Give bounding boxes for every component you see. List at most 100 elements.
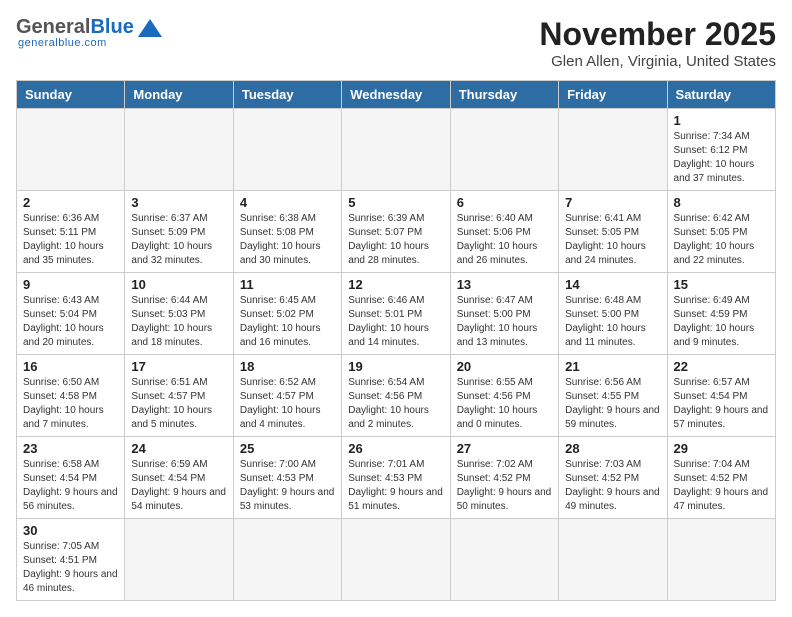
calendar-cell <box>17 109 125 191</box>
day-info: Sunrise: 7:01 AM Sunset: 4:53 PM Dayligh… <box>348 458 443 514</box>
day-number: 21 <box>565 359 660 374</box>
logo-blue-text: Blue <box>90 16 133 39</box>
calendar-cell: 9 Sunrise: 6:43 AM Sunset: 5:04 PM Daylig… <box>17 273 125 355</box>
day-number: 10 <box>131 277 226 292</box>
calendar: SundayMondayTuesdayWednesdayThursdayFrid… <box>16 80 776 601</box>
day-number: 9 <box>23 277 118 292</box>
day-info: Sunrise: 6:44 AM Sunset: 5:03 PM Dayligh… <box>131 294 226 350</box>
calendar-cell: 5 Sunrise: 6:39 AM Sunset: 5:07 PM Daylig… <box>342 191 450 273</box>
day-info: Sunrise: 7:02 AM Sunset: 4:52 PM Dayligh… <box>457 458 552 514</box>
day-number: 17 <box>131 359 226 374</box>
day-number: 15 <box>674 277 769 292</box>
day-info: Sunrise: 7:04 AM Sunset: 4:52 PM Dayligh… <box>674 458 769 514</box>
day-number: 4 <box>240 195 335 210</box>
calendar-cell: 11Sunrise: 6:45 AM Sunset: 5:02 PM Dayli… <box>233 273 341 355</box>
day-info: Sunrise: 6:37 AM Sunset: 5:09 PM Dayligh… <box>131 212 226 268</box>
weekday-header-monday: Monday <box>125 81 233 109</box>
day-info: Sunrise: 6:40 AM Sunset: 5:06 PM Dayligh… <box>457 212 552 268</box>
location-title: Glen Allen, Virginia, United States <box>539 53 776 70</box>
month-title: November 2025 <box>539 16 776 53</box>
day-info: Sunrise: 6:42 AM Sunset: 5:05 PM Dayligh… <box>674 212 769 268</box>
calendar-cell: 17 Sunrise: 6:51 AM Sunset: 4:57 PM Dayli… <box>125 355 233 437</box>
day-number: 19 <box>348 359 443 374</box>
calendar-cell: 13Sunrise: 6:47 AM Sunset: 5:00 PM Dayli… <box>450 273 558 355</box>
calendar-cell <box>559 519 667 601</box>
weekday-header-friday: Friday <box>559 81 667 109</box>
calendar-cell <box>559 109 667 191</box>
weekday-header-tuesday: Tuesday <box>233 81 341 109</box>
day-info: Sunrise: 7:00 AM Sunset: 4:53 PM Dayligh… <box>240 458 335 514</box>
header: General Blue generalblue.com November 20… <box>16 16 776 70</box>
day-number: 23 <box>23 441 118 456</box>
calendar-cell: 1 Sunrise: 7:34 AM Sunset: 6:12 PM Daylig… <box>667 109 775 191</box>
day-info: Sunrise: 6:48 AM Sunset: 5:00 PM Dayligh… <box>565 294 660 350</box>
day-number: 27 <box>457 441 552 456</box>
day-number: 6 <box>457 195 552 210</box>
day-number: 1 <box>674 113 769 128</box>
calendar-cell: 23 Sunrise: 6:58 AM Sunset: 4:54 PM Dayli… <box>17 437 125 519</box>
day-number: 22 <box>674 359 769 374</box>
day-info: Sunrise: 6:56 AM Sunset: 4:55 PM Dayligh… <box>565 376 660 432</box>
week-row-4: 23 Sunrise: 6:58 AM Sunset: 4:54 PM Dayli… <box>17 437 776 519</box>
day-info: Sunrise: 7:05 AM Sunset: 4:51 PM Dayligh… <box>23 540 118 596</box>
weekday-header-saturday: Saturday <box>667 81 775 109</box>
day-number: 26 <box>348 441 443 456</box>
calendar-cell <box>342 519 450 601</box>
day-info: Sunrise: 6:59 AM Sunset: 4:54 PM Dayligh… <box>131 458 226 514</box>
day-number: 12 <box>348 277 443 292</box>
week-row-1: 2Sunrise: 6:36 AM Sunset: 5:11 PM Daylig… <box>17 191 776 273</box>
day-info: Sunrise: 6:51 AM Sunset: 4:57 PM Dayligh… <box>131 376 226 432</box>
weekday-header-wednesday: Wednesday <box>342 81 450 109</box>
day-number: 16 <box>23 359 118 374</box>
day-info: Sunrise: 6:57 AM Sunset: 4:54 PM Dayligh… <box>674 376 769 432</box>
calendar-cell: 30 Sunrise: 7:05 AM Sunset: 4:51 PM Dayli… <box>17 519 125 601</box>
calendar-cell: 20 Sunrise: 6:55 AM Sunset: 4:56 PM Dayli… <box>450 355 558 437</box>
logo-icon <box>136 17 164 39</box>
day-info: Sunrise: 6:41 AM Sunset: 5:05 PM Dayligh… <box>565 212 660 268</box>
day-number: 24 <box>131 441 226 456</box>
calendar-cell: 8Sunrise: 6:42 AM Sunset: 5:05 PM Daylig… <box>667 191 775 273</box>
calendar-cell: 28Sunrise: 7:03 AM Sunset: 4:52 PM Dayli… <box>559 437 667 519</box>
calendar-cell <box>450 519 558 601</box>
calendar-cell: 16Sunrise: 6:50 AM Sunset: 4:58 PM Dayli… <box>17 355 125 437</box>
calendar-cell: 14 Sunrise: 6:48 AM Sunset: 5:00 PM Dayli… <box>559 273 667 355</box>
calendar-cell <box>667 519 775 601</box>
week-row-2: 9 Sunrise: 6:43 AM Sunset: 5:04 PM Daylig… <box>17 273 776 355</box>
day-number: 20 <box>457 359 552 374</box>
day-number: 3 <box>131 195 226 210</box>
day-info: Sunrise: 6:58 AM Sunset: 4:54 PM Dayligh… <box>23 458 118 514</box>
title-section: November 2025 Glen Allen, Virginia, Unit… <box>539 16 776 70</box>
calendar-cell: 25 Sunrise: 7:00 AM Sunset: 4:53 PM Dayli… <box>233 437 341 519</box>
day-info: Sunrise: 6:55 AM Sunset: 4:56 PM Dayligh… <box>457 376 552 432</box>
day-info: Sunrise: 7:34 AM Sunset: 6:12 PM Dayligh… <box>674 130 769 186</box>
weekday-header-thursday: Thursday <box>450 81 558 109</box>
calendar-cell: 18Sunrise: 6:52 AM Sunset: 4:57 PM Dayli… <box>233 355 341 437</box>
calendar-cell <box>125 519 233 601</box>
week-row-5: 30 Sunrise: 7:05 AM Sunset: 4:51 PM Dayli… <box>17 519 776 601</box>
day-number: 14 <box>565 277 660 292</box>
day-info: Sunrise: 6:49 AM Sunset: 4:59 PM Dayligh… <box>674 294 769 350</box>
day-info: Sunrise: 7:03 AM Sunset: 4:52 PM Dayligh… <box>565 458 660 514</box>
logo-general-text: General <box>16 16 90 39</box>
day-number: 30 <box>23 523 118 538</box>
day-number: 29 <box>674 441 769 456</box>
calendar-cell: 21 Sunrise: 6:56 AM Sunset: 4:55 PM Dayli… <box>559 355 667 437</box>
day-number: 2 <box>23 195 118 210</box>
weekday-header-row: SundayMondayTuesdayWednesdayThursdayFrid… <box>17 81 776 109</box>
calendar-cell: 15 Sunrise: 6:49 AM Sunset: 4:59 PM Dayli… <box>667 273 775 355</box>
day-info: Sunrise: 6:39 AM Sunset: 5:07 PM Dayligh… <box>348 212 443 268</box>
calendar-cell <box>233 109 341 191</box>
week-row-0: 1 Sunrise: 7:34 AM Sunset: 6:12 PM Daylig… <box>17 109 776 191</box>
calendar-cell: 27 Sunrise: 7:02 AM Sunset: 4:52 PM Dayli… <box>450 437 558 519</box>
day-info: Sunrise: 6:46 AM Sunset: 5:01 PM Dayligh… <box>348 294 443 350</box>
calendar-cell: 22 Sunrise: 6:57 AM Sunset: 4:54 PM Dayli… <box>667 355 775 437</box>
calendar-cell: 19Sunrise: 6:54 AM Sunset: 4:56 PM Dayli… <box>342 355 450 437</box>
calendar-cell <box>342 109 450 191</box>
day-number: 13 <box>457 277 552 292</box>
day-info: Sunrise: 6:43 AM Sunset: 5:04 PM Dayligh… <box>23 294 118 350</box>
day-number: 25 <box>240 441 335 456</box>
calendar-cell: 3 Sunrise: 6:37 AM Sunset: 5:09 PM Daylig… <box>125 191 233 273</box>
day-number: 5 <box>348 195 443 210</box>
day-info: Sunrise: 6:45 AM Sunset: 5:02 PM Dayligh… <box>240 294 335 350</box>
day-info: Sunrise: 6:52 AM Sunset: 4:57 PM Dayligh… <box>240 376 335 432</box>
